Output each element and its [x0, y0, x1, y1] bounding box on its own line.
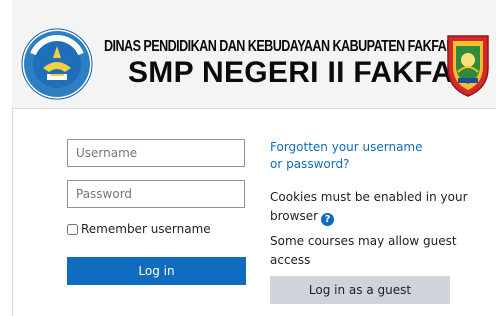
fakfak-crest-logo — [447, 35, 489, 97]
remember-username-checkbox[interactable] — [67, 223, 78, 235]
forgot-credentials-link[interactable]: Forgotten your username or password? — [270, 139, 430, 173]
password-input[interactable] — [67, 180, 245, 208]
guest-access-note: Some courses may allow guest access — [270, 234, 457, 267]
username-input[interactable] — [67, 139, 245, 167]
log-in-as-guest-button[interactable]: Log in as a guest — [270, 276, 450, 304]
log-in-button[interactable]: Log in — [67, 257, 246, 285]
school-name: SMP NEGERI II FAKFAK — [128, 56, 476, 89]
tut-wuri-handayani-logo — [21, 28, 93, 100]
question-circle-icon[interactable]: ? — [321, 213, 335, 226]
remember-username-label: Remember username — [81, 222, 211, 236]
agency-name: DINAS PENDIDIKAN DAN KEBUDAYAAN KABUPATE… — [104, 37, 455, 55]
remember-username[interactable]: Remember username — [67, 222, 211, 236]
cookies-notice: Cookies must be enabled in your browser? — [270, 188, 470, 226]
content-left-border — [12, 108, 13, 316]
cookies-text: Cookies must be enabled in your browser — [270, 190, 468, 223]
